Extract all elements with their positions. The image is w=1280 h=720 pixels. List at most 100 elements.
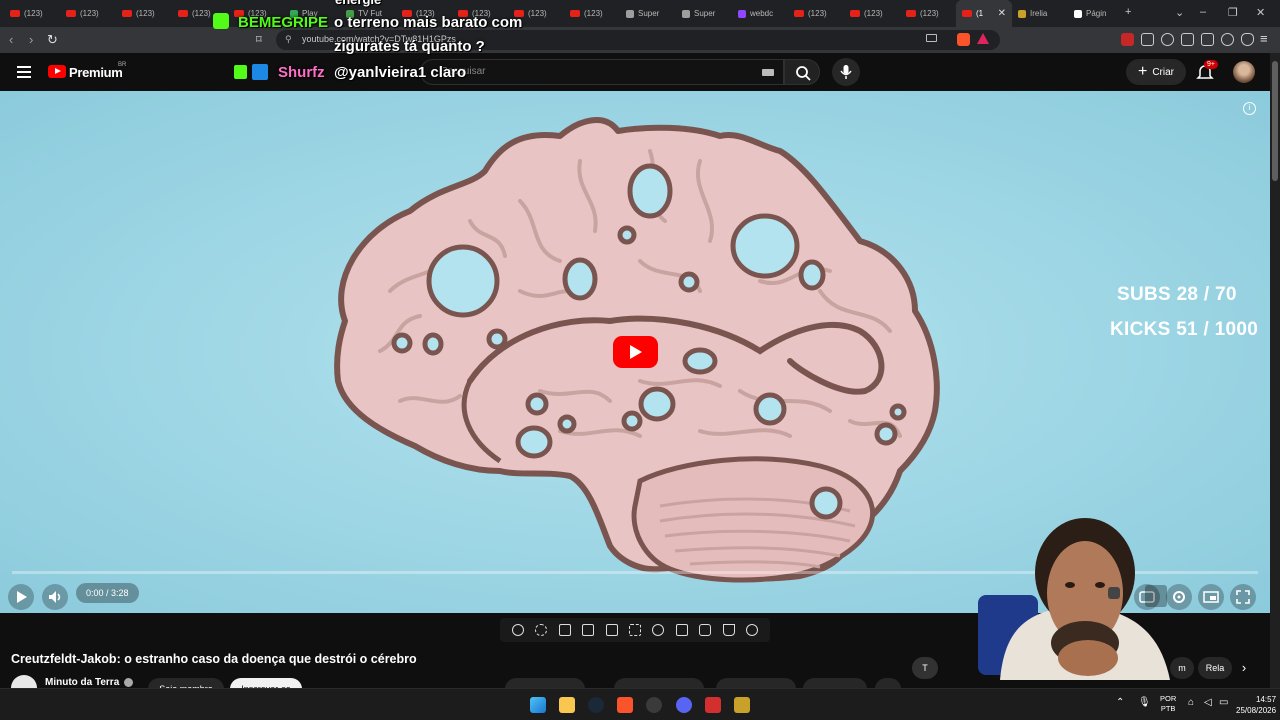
close-tab-icon[interactable]: ✕ bbox=[998, 8, 1006, 19]
eye-icon[interactable] bbox=[558, 624, 571, 636]
clock-date: 25/08/2026 bbox=[1236, 706, 1277, 715]
youtube-favicon-icon bbox=[178, 10, 188, 17]
browser-tab[interactable]: (1 ✕ bbox=[956, 0, 1012, 27]
reload-icon[interactable]: ↻ bbox=[47, 32, 58, 48]
side-chip-3[interactable]: Rela bbox=[1198, 657, 1232, 679]
vpn-icon[interactable] bbox=[1241, 33, 1254, 46]
aspect-ratio-icon[interactable] bbox=[605, 624, 618, 636]
network-icon[interactable]: ⌂ bbox=[1188, 697, 1194, 708]
time-display: 0:00 / 3:28 bbox=[76, 583, 139, 603]
youtube-brand[interactable]: Premium bbox=[69, 65, 123, 80]
red-app-icon[interactable] bbox=[705, 697, 721, 713]
mute-button[interactable] bbox=[42, 584, 68, 610]
obs-icon[interactable] bbox=[646, 697, 662, 713]
keyboard-icon[interactable] bbox=[762, 69, 774, 76]
search-button[interactable] bbox=[784, 59, 820, 85]
browser-tab[interactable]: (123) bbox=[788, 0, 844, 27]
browser-tab[interactable]: (123) bbox=[900, 0, 956, 27]
browser-tab[interactable]: (123) bbox=[844, 0, 900, 27]
doc-favicon-icon bbox=[682, 9, 690, 18]
leo-ai-icon[interactable] bbox=[1221, 33, 1234, 46]
maximize-button[interactable]: ❐ bbox=[1228, 6, 1238, 19]
minimize-button[interactable]: – bbox=[1200, 6, 1206, 18]
clapperboard-icon[interactable] bbox=[582, 624, 595, 636]
browser-tab[interactable]: Irelia bbox=[1012, 0, 1068, 27]
tab-label: (1 bbox=[976, 9, 984, 18]
brave-rewards-icon[interactable] bbox=[977, 33, 989, 44]
hamburger-menu-icon[interactable] bbox=[17, 66, 31, 78]
browser-tab[interactable]: (123) bbox=[4, 0, 60, 27]
create-button[interactable]: + Criar bbox=[1126, 59, 1186, 85]
voice-search-button[interactable] bbox=[832, 58, 860, 86]
discord-icon[interactable] bbox=[676, 697, 692, 713]
chips-next-icon[interactable]: › bbox=[1236, 657, 1252, 679]
loop-icon[interactable] bbox=[511, 624, 524, 636]
forward-icon[interactable]: › bbox=[29, 32, 33, 47]
audio-icon[interactable] bbox=[535, 624, 548, 636]
tray-expand-icon[interactable]: ⌃ bbox=[1116, 697, 1124, 708]
new-tab-button[interactable]: + bbox=[1125, 6, 1131, 18]
brave-taskbar-icon[interactable] bbox=[617, 697, 633, 713]
side-chip-2[interactable]: m bbox=[1170, 657, 1194, 679]
tab-label: Irelia bbox=[1030, 9, 1048, 18]
wallet-icon[interactable] bbox=[1201, 33, 1214, 46]
account-avatar[interactable] bbox=[1233, 61, 1255, 83]
browser-tab[interactable]: Págin bbox=[1068, 0, 1124, 27]
gear-icon[interactable] bbox=[746, 624, 759, 636]
youtube-logo-icon[interactable] bbox=[48, 65, 66, 78]
cast-icon[interactable] bbox=[926, 34, 937, 42]
add-icon[interactable] bbox=[675, 624, 688, 636]
verified-icon bbox=[124, 678, 133, 687]
extension-red-icon[interactable] bbox=[1121, 33, 1134, 46]
chat-username: BEMEGRIPE bbox=[238, 14, 329, 31]
speaker-icon[interactable]: ◁ bbox=[1204, 697, 1212, 708]
subs-counter: SUBS 28 / 70 bbox=[1117, 284, 1237, 305]
browser-tab[interactable]: (123) bbox=[60, 0, 116, 27]
kick-badge-icon bbox=[234, 65, 247, 79]
miniplayer-button[interactable] bbox=[1198, 584, 1224, 610]
browser-tab[interactable]: Super bbox=[676, 0, 732, 27]
tab-label: Super bbox=[694, 9, 716, 18]
tab-label: (123) bbox=[136, 9, 155, 18]
browser-toolbar: ‹ › ↻ ⌑ ⚲ youtube.com/watch?v=DTw81H1GPz… bbox=[0, 27, 1280, 53]
browser-menu-icon[interactable]: ≡ bbox=[1260, 31, 1268, 46]
back-icon[interactable]: ‹ bbox=[9, 32, 13, 47]
browser-tab[interactable]: (123) bbox=[116, 0, 172, 27]
file-explorer-icon[interactable] bbox=[559, 697, 575, 713]
site-info-icon[interactable]: ⚲ bbox=[285, 34, 292, 45]
browser-tab[interactable]: webdc bbox=[732, 0, 788, 27]
steam-icon[interactable] bbox=[588, 697, 604, 713]
brave-shields-icon[interactable] bbox=[957, 33, 970, 46]
large-play-button[interactable] bbox=[613, 336, 658, 368]
tab-label: (123) bbox=[528, 9, 547, 18]
scrollbar-thumb[interactable] bbox=[1272, 61, 1278, 181]
windows-start-icon[interactable] bbox=[530, 697, 546, 713]
channel-name[interactable]: Minuto da Terra bbox=[45, 677, 119, 688]
browser-tab[interactable]: (123) bbox=[564, 0, 620, 27]
language-indicator[interactable]: POR PTB bbox=[1160, 694, 1176, 714]
tab-label: (123) bbox=[864, 9, 883, 18]
close-window-button[interactable]: ✕ bbox=[1256, 6, 1265, 19]
fullscreen-button[interactable] bbox=[1230, 584, 1256, 610]
browser-tab[interactable]: Super bbox=[620, 0, 676, 27]
game-favicon-icon bbox=[1018, 9, 1026, 18]
media-icon[interactable] bbox=[1161, 33, 1174, 46]
screenshot-icon[interactable] bbox=[699, 624, 712, 636]
flask-icon[interactable] bbox=[722, 624, 735, 636]
battery-icon[interactable]: ▭ bbox=[1219, 697, 1228, 708]
page-scrollbar[interactable] bbox=[1270, 53, 1280, 688]
keyboard-layout: PTB bbox=[1160, 704, 1176, 713]
microphone-tray-icon[interactable]: 🎙 bbox=[1138, 697, 1151, 708]
cinema-mode-icon[interactable] bbox=[628, 624, 641, 636]
tab-search-icon[interactable]: ⌄ bbox=[1175, 6, 1184, 19]
extensions-icon[interactable] bbox=[1141, 33, 1154, 46]
system-clock[interactable]: 14:57 25/08/2026 bbox=[1236, 694, 1276, 716]
league-icon[interactable] bbox=[734, 697, 750, 713]
info-icon[interactable]: i bbox=[1243, 102, 1256, 115]
bookmark-icon[interactable]: ⌑ bbox=[256, 33, 262, 46]
speed-icon[interactable] bbox=[652, 624, 665, 636]
sidebar-icon[interactable] bbox=[1181, 33, 1194, 46]
search-input[interactable]: Pesquisar bbox=[420, 59, 784, 85]
play-button[interactable] bbox=[8, 584, 34, 610]
side-chip-1[interactable]: T bbox=[912, 657, 938, 679]
